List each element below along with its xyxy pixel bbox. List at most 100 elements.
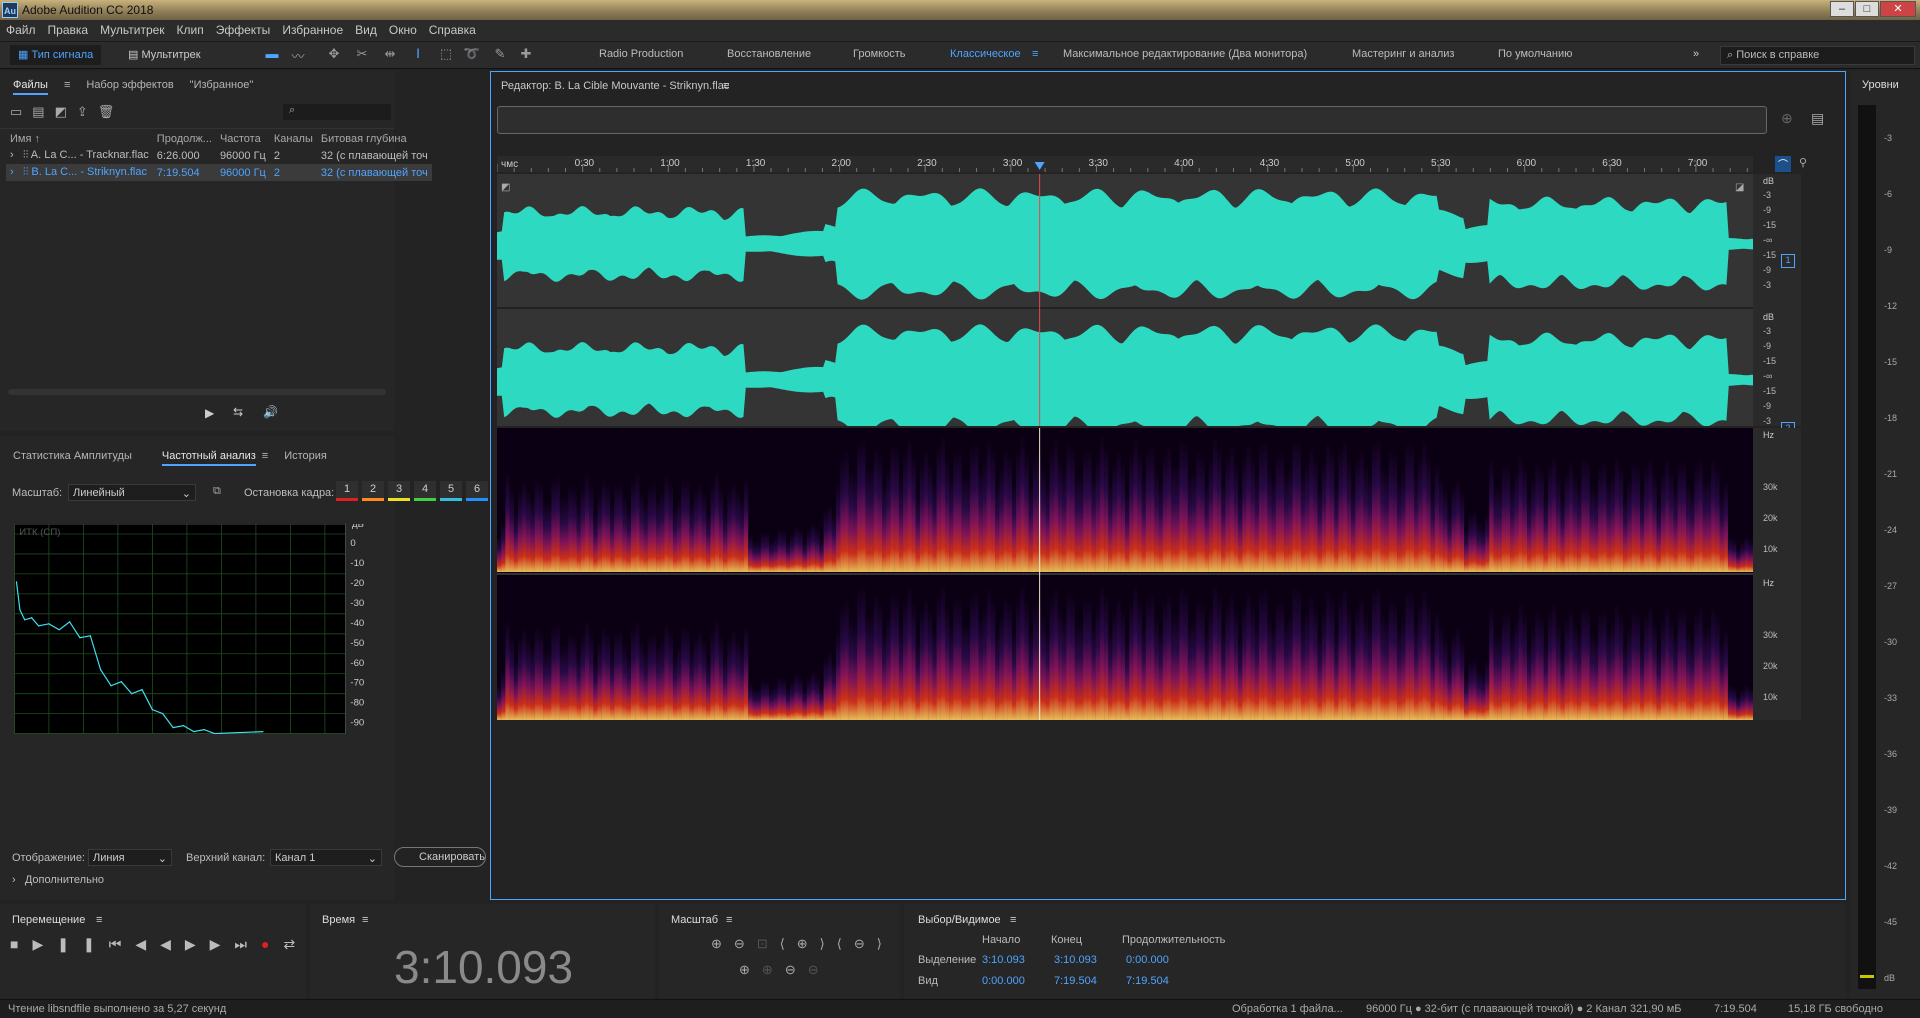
- expand-icon[interactable]: ›: [10, 166, 14, 178]
- lasso-tool-icon[interactable]: ➰: [462, 46, 482, 64]
- menu-multitrack[interactable]: Мультитрек: [94, 20, 170, 37]
- more-workspaces-icon[interactable]: »: [1693, 48, 1699, 60]
- record-icon[interactable]: ●: [261, 936, 283, 952]
- menu-view[interactable]: Вид: [349, 20, 383, 37]
- selection-duration[interactable]: 0:00.000: [1126, 954, 1169, 966]
- workspace-radio-production[interactable]: Radio Production: [599, 48, 683, 60]
- zoom-in-time-icon[interactable]: ⟨⊕⟩: [780, 936, 837, 951]
- files-search-input[interactable]: ⌕: [283, 104, 391, 120]
- workspace-restoration[interactable]: Восстановление: [727, 48, 811, 60]
- go-to-start-icon[interactable]: ⏮: [109, 936, 136, 952]
- editor-menu-icon[interactable]: ≡: [723, 80, 729, 92]
- display-dropdown[interactable]: Линия ⌄: [88, 849, 172, 866]
- time-selection-tool-icon[interactable]: Ⅰ: [408, 46, 428, 64]
- move-tool-icon[interactable]: ✥: [324, 46, 344, 64]
- tab-frequency-analysis[interactable]: Частотный анализ: [161, 450, 256, 466]
- view-duration[interactable]: 7:19.504: [1126, 975, 1169, 987]
- overview-navigator[interactable]: [497, 106, 1767, 134]
- spectral-display[interactable]: [497, 428, 1754, 723]
- menu-help[interactable]: Справка: [423, 20, 482, 37]
- channel-dropdown[interactable]: Канал 1 ⌄: [270, 849, 382, 866]
- freeze-slot-5[interactable]: 5: [440, 481, 462, 501]
- table-row[interactable]: › ⫶⫶ A. La C... - Tracknar.flac 6:26.000…: [6, 147, 432, 164]
- workspace-default[interactable]: По умолчанию: [1498, 48, 1572, 60]
- zoom-out-point-icon[interactable]: ⊖: [785, 962, 808, 977]
- menu-file[interactable]: Файл: [0, 20, 42, 37]
- tab-favorites[interactable]: "Избранное": [190, 79, 254, 91]
- selection-end[interactable]: 3:10.093: [1054, 954, 1097, 966]
- freq-menu-icon[interactable]: ≡: [262, 450, 268, 462]
- zoom-to-end-icon[interactable]: ⊖: [808, 962, 831, 977]
- close-button[interactable]: ✕: [1880, 1, 1916, 17]
- selection-start[interactable]: 3:10.093: [982, 954, 1025, 966]
- marker-icon[interactable]: ⚲: [1799, 156, 1807, 169]
- waveform-display[interactable]: [497, 174, 1753, 445]
- pause-icon[interactable]: ❚❚: [57, 936, 108, 952]
- panel-list-icon[interactable]: ▤: [1811, 110, 1824, 127]
- timeline-ruler[interactable]: чмс 0:30 1:00 1:30 2:00 2:30 3:00 3:30 4:00 4:30…: [497, 156, 1753, 172]
- scan-button[interactable]: Сканировать: [394, 847, 486, 867]
- workspace-mastering[interactable]: Мастеринг и анализ: [1352, 48, 1454, 60]
- import-icon[interactable]: ▤: [32, 104, 54, 119]
- workspace-classic[interactable]: Классическое: [950, 48, 1021, 60]
- slip-tool-icon[interactable]: ⇹: [380, 46, 400, 64]
- snap-icon[interactable]: ⌒: [1775, 156, 1791, 172]
- zoom-in-amplitude-icon[interactable]: ⊕: [711, 936, 734, 951]
- scale-dropdown[interactable]: Линейный ⌄: [68, 484, 196, 501]
- view-start[interactable]: 0:00.000: [982, 975, 1025, 987]
- stop-icon[interactable]: ■: [10, 936, 32, 952]
- play-icon[interactable]: ▶: [32, 936, 57, 952]
- menu-favorites[interactable]: Избранное: [276, 20, 349, 37]
- zoom-out-amplitude-icon[interactable]: ⊖: [734, 936, 757, 951]
- col-name[interactable]: Имя: [10, 133, 31, 145]
- col-rate[interactable]: Частота: [216, 131, 270, 147]
- menu-edit[interactable]: Правка: [42, 20, 95, 37]
- zoom-tool-icon[interactable]: ⊕: [1781, 110, 1793, 127]
- spectral-display-icon[interactable]: ▬: [262, 46, 282, 64]
- preview-loop-icon[interactable]: ⇆: [233, 405, 243, 419]
- col-depth[interactable]: Битовая глубина: [317, 131, 432, 147]
- freeze-slot-4[interactable]: 4: [414, 481, 436, 501]
- view-end[interactable]: 7:19.504: [1054, 975, 1097, 987]
- tab-amplitude-statistics[interactable]: Статистика Амплитуды: [13, 450, 132, 462]
- freeze-slot-2[interactable]: 2: [362, 481, 384, 501]
- freeze-slot-1[interactable]: 1: [336, 481, 358, 501]
- brush-tool-icon[interactable]: ✎: [490, 46, 510, 64]
- export-icon[interactable]: ⇪: [77, 104, 98, 119]
- pitch-display-icon[interactable]: 〰: [288, 46, 308, 64]
- freeze-slot-3[interactable]: 3: [388, 481, 410, 501]
- rewind-icon[interactable]: ◀◀: [135, 936, 185, 952]
- minimize-button[interactable]: –: [1830, 1, 1854, 17]
- insert-icon[interactable]: ◩: [55, 104, 77, 119]
- multitrack-view-button[interactable]: ▤ Мультитрек: [120, 45, 209, 65]
- workspace-menu-icon[interactable]: ≡: [1032, 48, 1038, 60]
- time-menu-icon[interactable]: ≡: [362, 914, 368, 926]
- preview-volume-icon[interactable]: 🔊: [263, 405, 278, 419]
- razor-tool-icon[interactable]: ✂: [352, 46, 372, 64]
- go-to-end-icon[interactable]: ⏭: [234, 936, 261, 952]
- selection-menu-icon[interactable]: ≡: [1010, 914, 1016, 926]
- col-channels[interactable]: Каналы: [270, 131, 317, 147]
- marquee-tool-icon[interactable]: ⬚: [436, 46, 456, 64]
- help-search-input[interactable]: ⌕ Поиск в справке: [1720, 46, 1915, 65]
- fade-out-handle-icon[interactable]: ◪: [1735, 182, 1744, 193]
- fast-forward-icon[interactable]: ▶▶: [185, 936, 235, 952]
- zoom-selection-icon[interactable]: ⊕: [739, 962, 762, 977]
- snapshot-icon[interactable]: ⧉: [213, 485, 221, 498]
- expand-icon[interactable]: ›: [10, 149, 14, 161]
- tab-files[interactable]: Файлы: [13, 79, 48, 95]
- tab-effects-rack[interactable]: Набор эффектов: [86, 79, 173, 91]
- workspace-max-editing[interactable]: Максимальное редактирование (Два монитор…: [1063, 48, 1307, 60]
- waveform-view-button[interactable]: ▦ Тип сигнала: [10, 45, 102, 65]
- trash-icon[interactable]: 🗑: [98, 104, 125, 119]
- transport-menu-icon[interactable]: ≡: [96, 914, 102, 926]
- loop-icon[interactable]: ⇄: [284, 936, 310, 952]
- tab-history[interactable]: История: [284, 450, 327, 462]
- zoom-out-full-icon[interactable]: ⟨⊖⟩: [837, 936, 894, 951]
- spot-healing-tool-icon[interactable]: ✚: [516, 46, 536, 64]
- workspace-loudness[interactable]: Громкость: [853, 48, 905, 60]
- menu-clip[interactable]: Клип: [171, 20, 210, 37]
- open-folder-icon[interactable]: ▭: [10, 104, 32, 119]
- channel-1-toggle[interactable]: 1: [1781, 254, 1795, 268]
- col-duration[interactable]: Продолж...: [153, 131, 216, 147]
